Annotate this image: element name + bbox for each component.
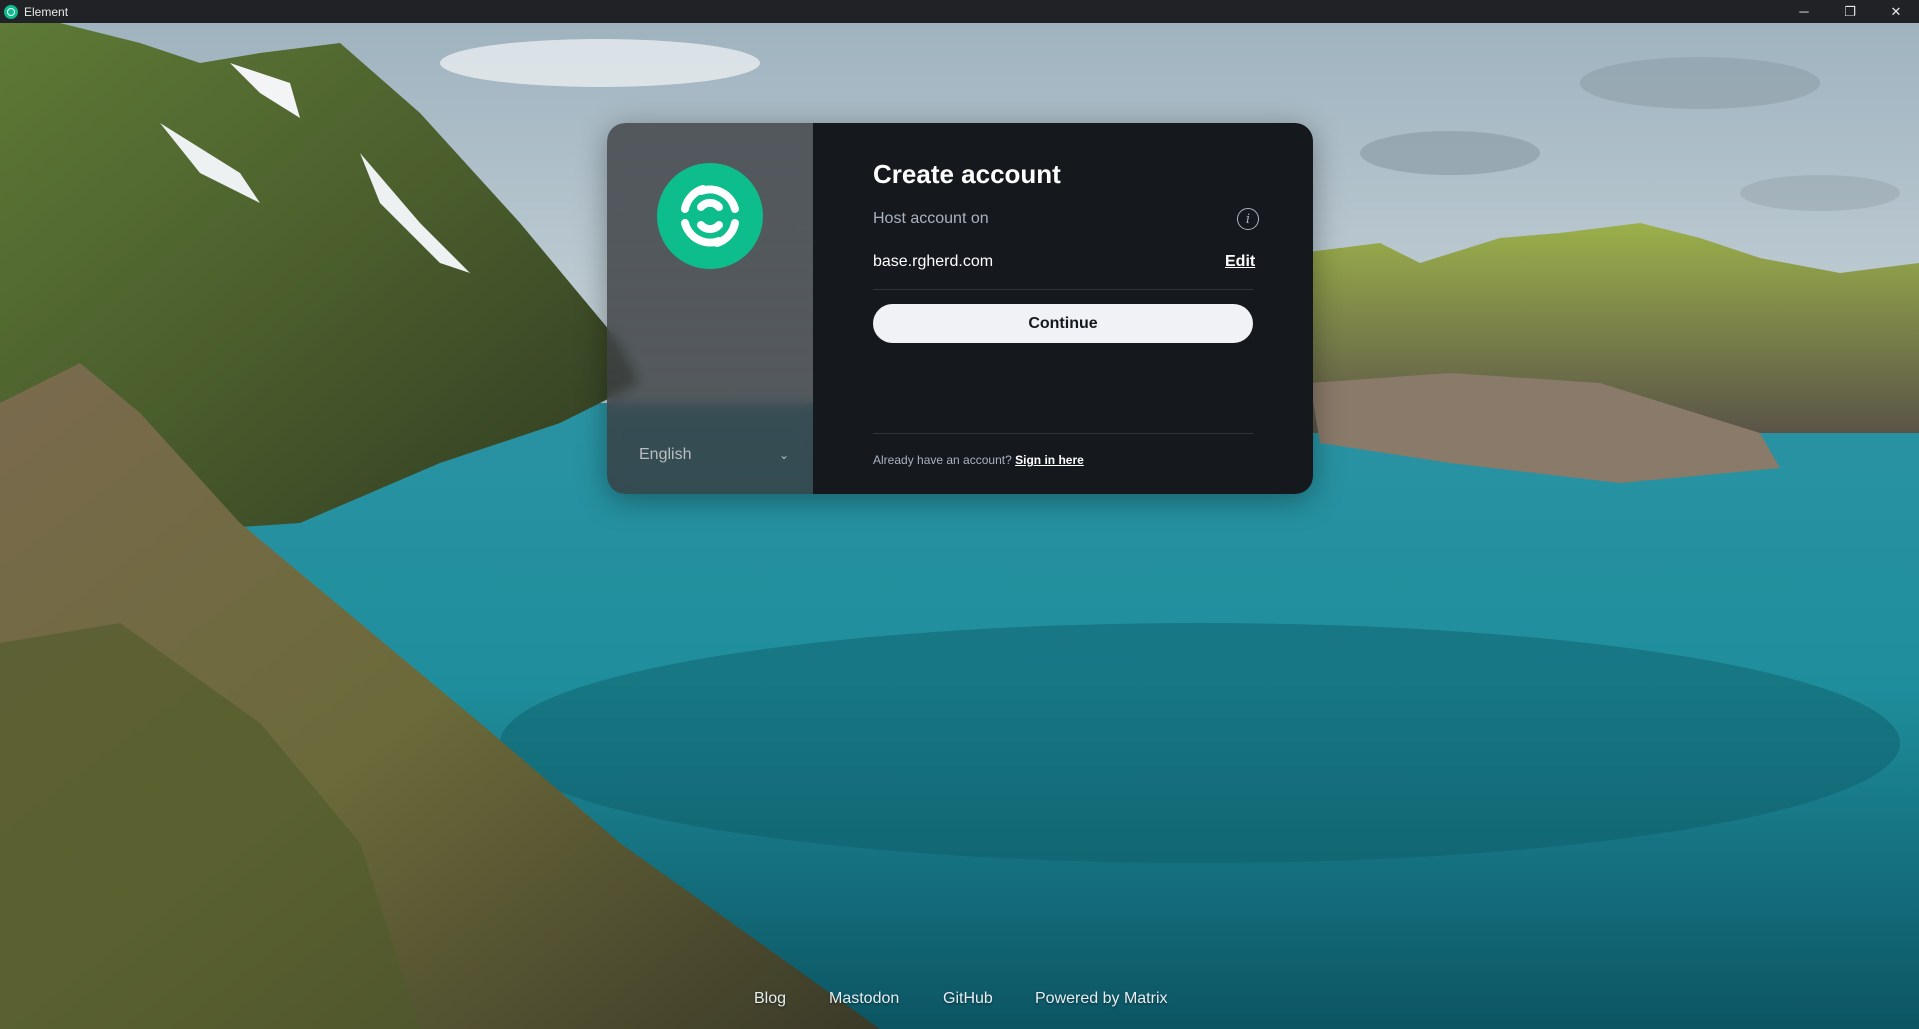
sign-in-link[interactable]: Sign in here — [1015, 453, 1084, 467]
language-selector[interactable]: English ⌄ — [639, 443, 789, 467]
restore-button[interactable]: ❐ — [1827, 0, 1873, 23]
window-titlebar: Element ─ ❐ ✕ — [0, 0, 1919, 23]
continue-button[interactable]: Continue — [873, 304, 1253, 343]
dialog-sidebar: English ⌄ — [607, 123, 813, 494]
footer-link-blog[interactable]: Blog — [754, 990, 786, 1008]
divider — [873, 289, 1253, 290]
language-label: English — [639, 446, 692, 463]
minimize-button[interactable]: ─ — [1781, 0, 1827, 23]
footer-link-mastodon[interactable]: Mastodon — [829, 990, 899, 1008]
footer-link-powered-by-matrix[interactable]: Powered by Matrix — [1035, 990, 1168, 1008]
create-account-dialog: English ⌄ Create account Host account on… — [607, 123, 1313, 494]
page-title: Create account — [873, 159, 1061, 189]
window-title: Element — [24, 4, 69, 19]
footer-links: Blog Mastodon GitHub Powered by Matrix — [0, 990, 1919, 1012]
signin-prompt: Already have an account? Sign in here — [873, 453, 1084, 467]
chevron-down-icon: ⌄ — [778, 448, 789, 462]
dialog-content: Create account Host account on i base.rg… — [813, 123, 1313, 494]
divider — [873, 433, 1253, 434]
close-button[interactable]: ✕ — [1873, 0, 1919, 23]
already-have-account-text: Already have an account? — [873, 453, 1012, 467]
info-icon[interactable]: i — [1237, 208, 1259, 230]
homeserver-name: base.rgherd.com — [873, 253, 994, 270]
window-controls: ─ ❐ ✕ — [1781, 0, 1919, 23]
footer-link-github[interactable]: GitHub — [943, 990, 993, 1008]
edit-server-link[interactable]: Edit — [1225, 253, 1255, 271]
element-logo-graphic — [681, 185, 739, 247]
element-logo-icon — [657, 163, 763, 269]
host-account-label: Host account on — [873, 210, 989, 227]
element-app-icon — [4, 4, 18, 19]
